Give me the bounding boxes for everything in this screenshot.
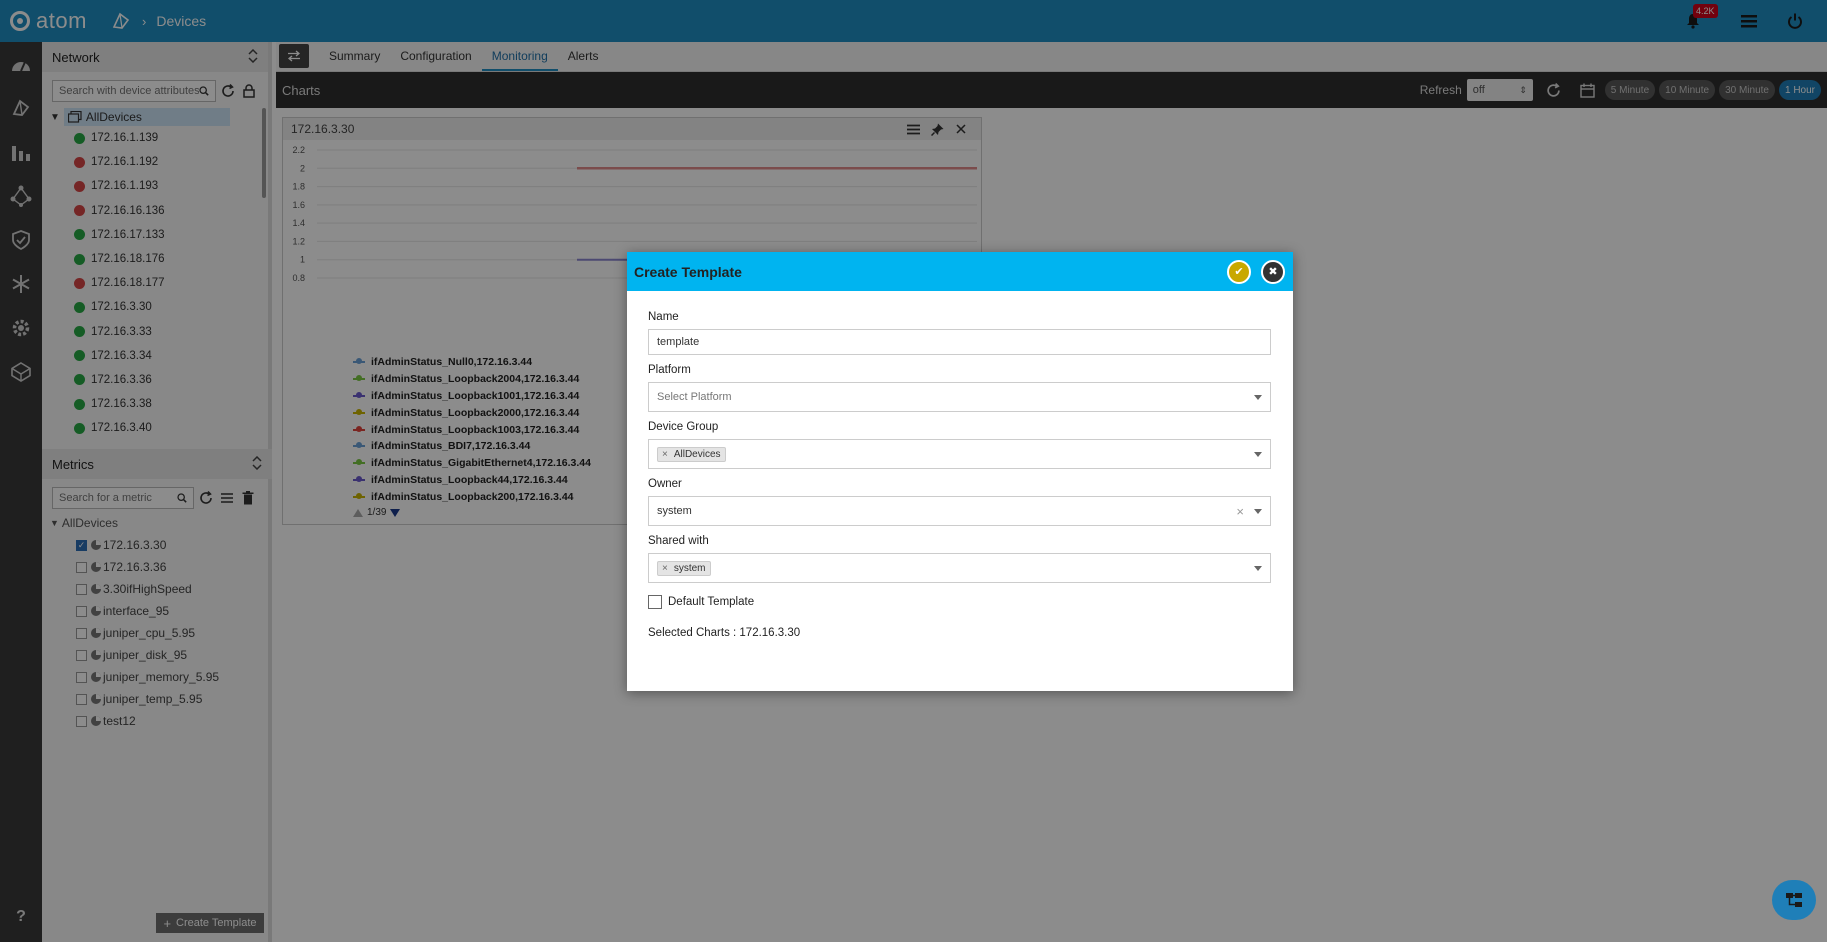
device-group-label: Device Group (648, 421, 719, 433)
shared-with-label: Shared with (648, 535, 709, 547)
name-field (648, 329, 1271, 355)
clear-owner-icon[interactable]: × (1236, 504, 1244, 519)
name-input[interactable] (657, 336, 1262, 348)
shared-with-select[interactable]: × system (648, 553, 1271, 583)
modal-title: Create Template (634, 263, 742, 280)
chevron-down-icon (1254, 565, 1262, 571)
chevron-down-icon (1254, 394, 1262, 400)
shared-with-chip-label: system (673, 562, 706, 574)
chevron-down-icon (1254, 508, 1262, 514)
owner-label: Owner (648, 478, 682, 490)
name-label: Name (648, 311, 679, 323)
close-modal-button[interactable]: ✖ (1261, 259, 1285, 284)
chevron-down-icon (1254, 451, 1262, 457)
close-icon: ✖ (1268, 266, 1278, 278)
owner-value: system (657, 505, 692, 517)
selected-charts-text: Selected Charts : 172.16.3.30 (648, 627, 801, 639)
device-group-select[interactable]: × AllDevices (648, 439, 1271, 469)
check-icon: ✔ (1234, 266, 1244, 278)
default-template-label: Default Template (668, 596, 755, 608)
chip-remove-icon[interactable]: × (662, 563, 668, 574)
chip-remove-icon[interactable]: × (662, 449, 668, 460)
platform-select[interactable]: Select Platform (648, 382, 1271, 412)
shared-with-chip: × system (657, 560, 711, 576)
device-group-chip: × AllDevices (657, 446, 726, 462)
device-group-chip-label: AllDevices (673, 448, 721, 460)
create-template-modal: Create Template ✔ ✖ Name Platform Select… (627, 252, 1293, 691)
platform-placeholder: Select Platform (657, 391, 732, 403)
confirm-button[interactable]: ✔ (1227, 259, 1251, 284)
sitemap-icon (1786, 893, 1802, 907)
modal-header: Create Template ✔ ✖ (627, 252, 1293, 291)
owner-select[interactable]: system × (648, 496, 1271, 526)
topology-fab-button[interactable] (1772, 880, 1816, 920)
default-template-checkbox[interactable] (648, 595, 662, 609)
platform-label: Platform (648, 364, 691, 376)
